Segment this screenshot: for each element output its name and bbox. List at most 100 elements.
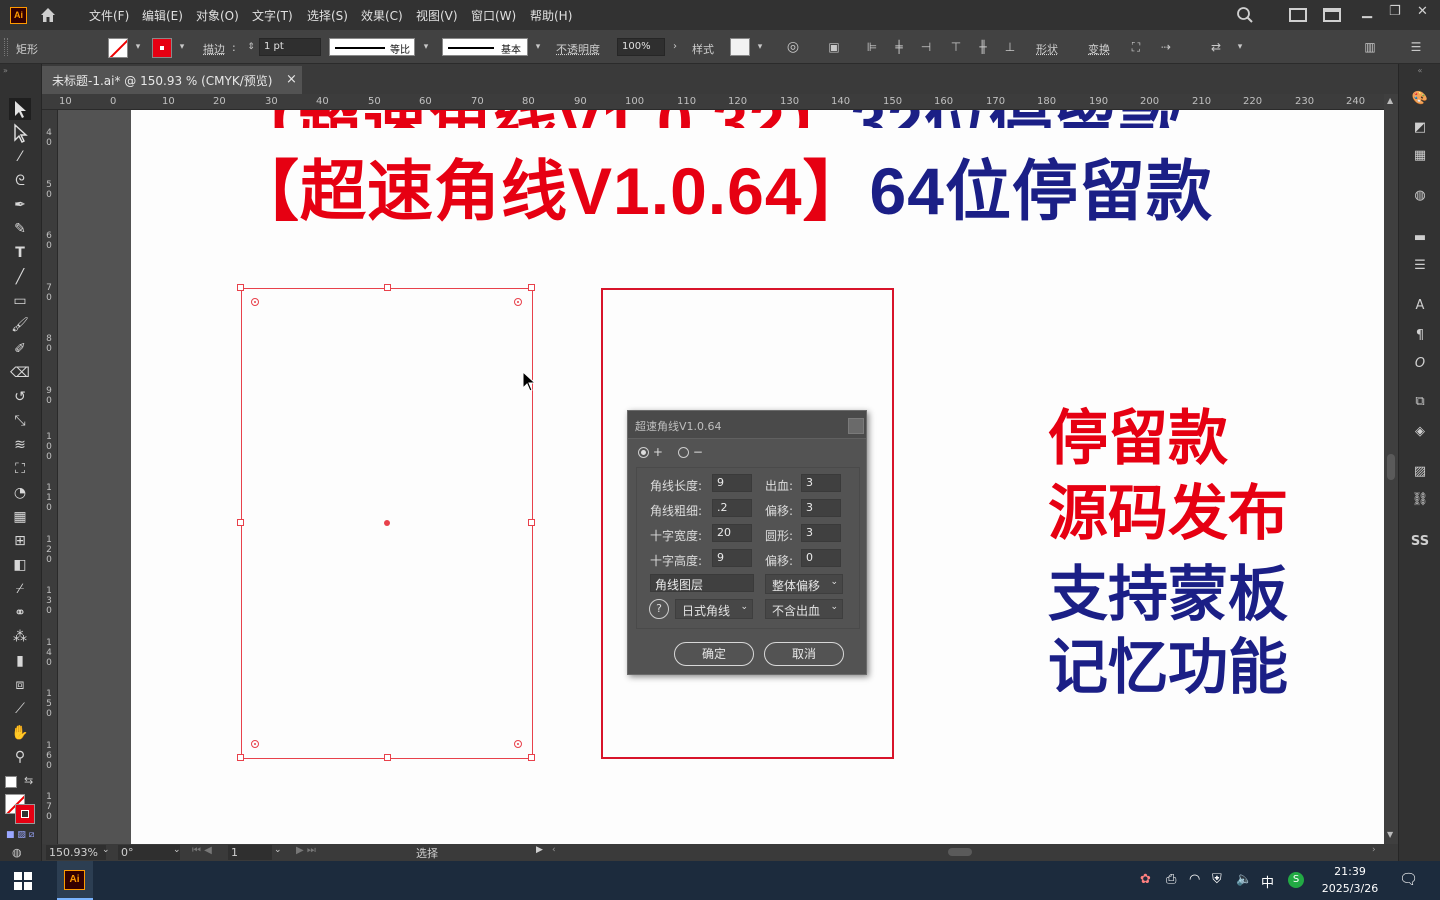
layer-name-input[interactable]: 角线图层 [650, 574, 754, 592]
search-icon[interactable] [1236, 6, 1254, 24]
align-right-icon[interactable]: ⊣ [918, 39, 934, 55]
dialog-titlebar[interactable]: 超速角线V1.0.64 [628, 411, 866, 439]
draw-mode-icon[interactable]: ◍ [12, 846, 22, 859]
selection-handle[interactable] [237, 284, 244, 291]
bleed-mode-select[interactable]: 不含出血 ⌄ [765, 599, 843, 619]
rectangle-tool-icon[interactable]: ▭ [9, 290, 31, 312]
status-menu-icon[interactable]: ▶ [536, 845, 543, 855]
home-icon[interactable] [38, 5, 58, 25]
hand-tool-icon[interactable]: ✋ [9, 722, 31, 744]
menu-help[interactable]: 帮助(H) [530, 7, 572, 24]
menu-window[interactable]: 窗口(W) [471, 7, 516, 24]
eraser-tool-icon[interactable]: ⌫ [9, 362, 31, 384]
swap-colors-icon[interactable]: ⇆ [24, 774, 33, 787]
taskbar-illustrator-app[interactable]: Ai [57, 861, 93, 900]
transform-panel-icon[interactable]: ⧉ [1410, 392, 1430, 412]
opacity-label[interactable]: 不透明度 [556, 41, 600, 57]
layers-panel-icon[interactable]: ◈ [1410, 422, 1430, 442]
volume-icon[interactable]: 🔈 [1236, 872, 1252, 887]
gradient-panel-icon[interactable]: ▬ [1410, 228, 1430, 248]
title-line-64bit[interactable]: 【超速角线V1.0.64】64位停留款 [233, 138, 1213, 234]
first-artboard-icon[interactable]: ⏮ ◀ [192, 845, 212, 856]
restore-icon[interactable]: ❐ [1389, 4, 1401, 19]
zoom-tool-icon[interactable]: ⚲ [9, 746, 31, 768]
scroll-up-icon[interactable]: ▲ [1387, 96, 1393, 105]
stroke-label[interactable]: 描边 [203, 41, 225, 57]
notification-icon[interactable]: 🗨 [1399, 870, 1418, 888]
radio-minus[interactable]: − [678, 445, 703, 459]
clock[interactable]: 21:39 2025/3/26 [1310, 863, 1390, 897]
shape-label[interactable]: 形状 [1036, 41, 1058, 57]
variable-width-profile[interactable]: 等比 [329, 38, 415, 56]
swatches-panel-icon[interactable]: ▦ [1410, 146, 1430, 166]
menu-object[interactable]: 对象(O) [196, 7, 239, 24]
chevron-down-icon[interactable]: ⌄ [274, 845, 282, 855]
cancel-button[interactable]: 取消 [764, 642, 844, 666]
selection-handle[interactable] [528, 754, 535, 761]
offset-input[interactable]: 3 [801, 499, 841, 517]
rotate-tool-icon[interactable]: ↺ [9, 386, 31, 408]
side-text-source[interactable]: 源码发布 [1048, 465, 1288, 552]
selection-handle[interactable] [384, 754, 391, 761]
align-to-icon[interactable]: ▣ [826, 39, 842, 55]
lasso-tool-icon[interactable]: ᘓ [9, 170, 31, 192]
magic-wand-tool-icon[interactable]: ⁄ [9, 146, 31, 168]
warp-tool-icon[interactable]: ≋ [9, 434, 31, 456]
horizontal-scroll-thumb[interactable] [948, 848, 972, 856]
scroll-right-icon[interactable]: › [1372, 845, 1376, 855]
path-ops-icon[interactable]: ⇄ [1208, 39, 1224, 55]
chevron-down-icon[interactable]: ▾ [1232, 39, 1248, 55]
artboard-tool-icon[interactable]: ⧈ [9, 674, 31, 696]
menu-edit[interactable]: 编辑(E) [142, 7, 183, 24]
usb-icon[interactable]: ⎙ [1166, 872, 1176, 887]
recolor-icon[interactable]: ◎ [785, 39, 801, 55]
minimize-icon[interactable]: ▁ [1362, 4, 1372, 19]
symbol-sprayer-tool-icon[interactable]: ⁂ [9, 626, 31, 648]
stroke-color-icon[interactable] [15, 804, 35, 824]
align-bottom-icon[interactable]: ⊥ [1002, 39, 1018, 55]
opentype-panel-icon[interactable]: O [1410, 354, 1430, 374]
gradient-tool-icon[interactable]: ◧ [9, 554, 31, 576]
selection-tool-icon[interactable] [9, 98, 31, 120]
ok-button[interactable]: 确定 [674, 642, 754, 666]
chevron-down-icon[interactable]: ▾ [752, 39, 768, 55]
stroke-panel-icon[interactable]: ☰ [1410, 256, 1430, 276]
shaper-tool-icon[interactable]: ✐ [9, 338, 31, 360]
corner-style-select[interactable]: 日式角线 ⌄ [675, 599, 753, 619]
scroll-left-icon[interactable]: ‹ [552, 845, 556, 855]
scroll-thumb[interactable] [1387, 454, 1395, 480]
wifi-icon[interactable]: ◠ [1189, 872, 1200, 887]
paragraph-panel-icon[interactable]: ¶ [1410, 326, 1430, 346]
eyedropper-tool-icon[interactable]: ⌿ [9, 578, 31, 600]
transform-label[interactable]: 变换 [1088, 41, 1110, 57]
color-panel-icon[interactable]: 🎨 [1410, 89, 1430, 109]
chevron-down-icon[interactable]: ▾ [174, 39, 190, 55]
selection-handle[interactable] [384, 284, 391, 291]
align-center-icon[interactable]: ╪ [891, 39, 907, 55]
menu-icon[interactable]: ☰ [1408, 39, 1424, 55]
menu-file[interactable]: 文件(F) [89, 7, 129, 24]
document-tab[interactable]: 未标题-1.ai* @ 150.93 % (CMYK/预览) × [42, 66, 302, 94]
artboard-number-field[interactable]: 1 [228, 845, 272, 860]
selection-handle[interactable] [237, 754, 244, 761]
mesh-tool-icon[interactable]: ⊞ [9, 530, 31, 552]
panel-options-icon[interactable]: ▥ [1362, 39, 1378, 55]
transform-each-icon[interactable]: ⛶ [1128, 39, 1144, 55]
graph-tool-icon[interactable]: ▮ [9, 650, 31, 672]
stroke-swatch[interactable] [152, 38, 172, 58]
align-top-icon[interactable]: ⊤ [948, 39, 964, 55]
stepper-icon[interactable]: ⇕ [243, 39, 259, 55]
ime-indicator[interactable]: 中 [1261, 872, 1274, 891]
offset-mode-select[interactable]: 整体偏移 ⌄ [765, 574, 843, 594]
selection-handle[interactable] [237, 519, 244, 526]
cross-width-input[interactable]: 20 [712, 524, 752, 542]
title-line-32bit[interactable]: 【超速角线V1.0.32】32位停留款 [233, 110, 1333, 128]
help-button[interactable]: ? [649, 599, 669, 619]
corner-length-input[interactable]: 9 [712, 474, 752, 492]
scroll-down-icon[interactable]: ▼ [1387, 830, 1393, 839]
circle-input[interactable]: 3 [801, 524, 841, 542]
isolate-icon[interactable]: ⇢ [1158, 39, 1174, 55]
chevron-right-icon[interactable]: › [667, 39, 683, 55]
appearance-panel-icon[interactable]: ◍ [1410, 186, 1430, 206]
color-mode-icons[interactable]: ■ ▨ ⧄ [6, 830, 34, 840]
